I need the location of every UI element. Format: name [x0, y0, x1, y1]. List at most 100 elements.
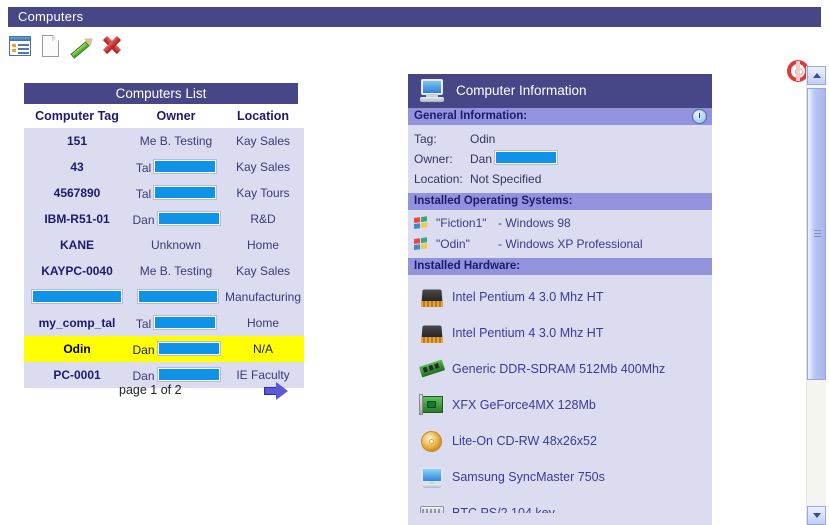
owner-redaction: [156, 210, 221, 226]
list-view-button[interactable]: [9, 33, 35, 59]
location-value: Not Specified: [470, 172, 542, 186]
cell-owner: [130, 284, 222, 310]
list-icon: [9, 36, 31, 56]
chevron-down-icon: [813, 513, 821, 518]
cell-owner: Tal: [130, 310, 222, 336]
table-row[interactable]: Odin Dan N/A: [24, 336, 304, 362]
cell-owner: Dan: [130, 336, 222, 362]
cell-computer-tag: [24, 284, 130, 310]
hardware-list-item[interactable]: Generic DDR-SDRAM 512Mb 400Mhz: [408, 351, 712, 387]
hardware-label: XFX GeForce4MX 128Mb: [452, 398, 596, 412]
hardware-label: Generic DDR-SDRAM 512Mb 400Mhz: [452, 362, 666, 376]
owner-redaction: [156, 366, 221, 382]
computers-table-body: 151 Me B. Testing Kay Sales 43 Tal Kay Sales 4…: [24, 128, 304, 388]
os-list-item[interactable]: "Odin" - Windows XP Professional: [408, 234, 712, 255]
monitor-icon: [419, 465, 445, 489]
hardware-header: Installed Hardware:: [408, 258, 712, 275]
cell-owner: Dan: [130, 206, 222, 232]
computers-list-title: Computers List: [24, 83, 298, 104]
window-top-margin: [0, 0, 829, 7]
cell-computer-tag: KANE: [24, 232, 130, 258]
hardware-list-item[interactable]: Lite-On CD-RW 48x26x52: [408, 423, 712, 459]
os-version-label: - Windows 98: [498, 216, 571, 230]
table-row[interactable]: Manufacturing: [24, 284, 304, 310]
computer-monitor-icon: [418, 79, 446, 103]
column-header-location[interactable]: Location: [222, 104, 304, 128]
windows-flag-icon: [414, 237, 429, 252]
cell-computer-tag: 43: [24, 154, 130, 180]
operating-systems-heading: Installed Operating Systems:: [414, 195, 573, 207]
table-header-row: Computer Tag Owner Location: [24, 104, 304, 128]
table-row[interactable]: 151 Me B. Testing Kay Sales: [24, 128, 304, 154]
table-row[interactable]: 43 Tal Kay Sales: [24, 154, 304, 180]
cell-location: Home: [222, 232, 304, 258]
owner-redaction: [153, 314, 218, 330]
os-instance-name: "Odin": [436, 237, 470, 251]
column-header-computer-tag[interactable]: Computer Tag: [24, 104, 130, 128]
hardware-label: Intel Pentium 4 3.0 Mhz HT: [452, 290, 604, 304]
page-indicator: page 1 of 2: [119, 383, 182, 397]
next-page-button[interactable]: [264, 381, 290, 401]
os-version-label: - Windows XP Professional: [498, 237, 643, 251]
scroll-thumb-grip: [814, 230, 821, 238]
cell-location: Manufacturing: [222, 284, 304, 310]
cell-computer-tag: IBM-R51-01: [24, 206, 130, 232]
owner-redaction: [153, 158, 218, 174]
new-button[interactable]: [39, 33, 65, 59]
page-icon: [42, 35, 59, 57]
cell-computer-tag: Odin: [24, 336, 130, 362]
cell-computer-tag: my_comp_tal: [24, 310, 130, 336]
hardware-list-item[interactable]: Intel Pentium 4 3.0 Mhz HT: [408, 279, 712, 315]
cell-location: Home: [222, 310, 304, 336]
general-row-location: Location: Not Specified: [414, 169, 712, 189]
cell-owner: Tal: [130, 154, 222, 180]
hardware-list: Intel Pentium 4 3.0 Mhz HT Intel Pentium …: [408, 275, 712, 513]
computers-table: Computer Tag Owner Location 151 Me B. Tes…: [24, 104, 304, 388]
table-row[interactable]: KAYPC-0040 Me B. Testing Kay Sales: [24, 258, 304, 284]
cell-computer-tag: KAYPC-0040: [24, 258, 130, 284]
hardware-list-item[interactable]: Intel Pentium 4 3.0 Mhz HT: [408, 315, 712, 351]
computer-information-title: Computer Information: [456, 83, 587, 98]
cell-owner: Me B. Testing: [130, 258, 222, 284]
cell-computer-tag: 151: [24, 128, 130, 154]
edit-button[interactable]: [69, 33, 96, 59]
cell-location: Kay Sales: [222, 154, 304, 180]
general-row-tag: Tag: Odin: [414, 129, 712, 149]
cd-disc-icon: [419, 429, 445, 453]
cell-location: Kay Sales: [222, 128, 304, 154]
clock-icon[interactable]: [692, 109, 707, 124]
pagination: page 1 of 2: [24, 380, 298, 404]
os-instance-name: "Fiction1": [436, 216, 487, 230]
column-header-owner[interactable]: Owner: [130, 104, 222, 128]
owner-redaction: [153, 184, 218, 200]
location-label: Location:: [414, 172, 463, 186]
vertical-scrollbar[interactable]: [806, 66, 826, 525]
cpu-icon: [419, 321, 445, 345]
operating-systems-list: "Fiction1" - Windows 98 "Odin" - Windows XP…: [408, 210, 712, 258]
hardware-list-item[interactable]: BTC PS/2 104 key: [408, 495, 712, 513]
scroll-up-button[interactable]: [807, 66, 826, 85]
gpu-card-icon: [419, 393, 445, 417]
table-row[interactable]: IBM-R51-01 Dan R&D: [24, 206, 304, 232]
general-information-heading: General Information:: [414, 110, 528, 122]
cell-location: Kay Sales: [222, 258, 304, 284]
arrow-right-icon: [264, 381, 290, 401]
table-row[interactable]: my_comp_tal Tal Home: [24, 310, 304, 336]
keyboard-icon: [419, 501, 445, 513]
delete-button[interactable]: [100, 33, 126, 59]
toolbar: [0, 28, 829, 82]
chevron-up-icon: [813, 73, 821, 78]
table-row[interactable]: KANE Unknown Home: [24, 232, 304, 258]
scroll-thumb[interactable]: [807, 88, 826, 380]
general-row-owner: Owner: Dan: [414, 149, 712, 169]
os-list-item[interactable]: "Fiction1" - Windows 98: [408, 213, 712, 234]
hardware-list-item[interactable]: XFX GeForce4MX 128Mb: [408, 387, 712, 423]
windows-flag-icon: [414, 216, 429, 231]
hardware-list-item[interactable]: Samsung SyncMaster 750s: [408, 459, 712, 495]
cell-location: Kay Tours: [222, 180, 304, 206]
cell-owner: Unknown: [130, 232, 222, 258]
table-row[interactable]: 4567890 Tal Kay Tours: [24, 180, 304, 206]
computer-information-title-bar: Computer Information: [408, 74, 712, 108]
cell-location: N/A: [222, 336, 304, 362]
scroll-down-button[interactable]: [807, 506, 826, 525]
